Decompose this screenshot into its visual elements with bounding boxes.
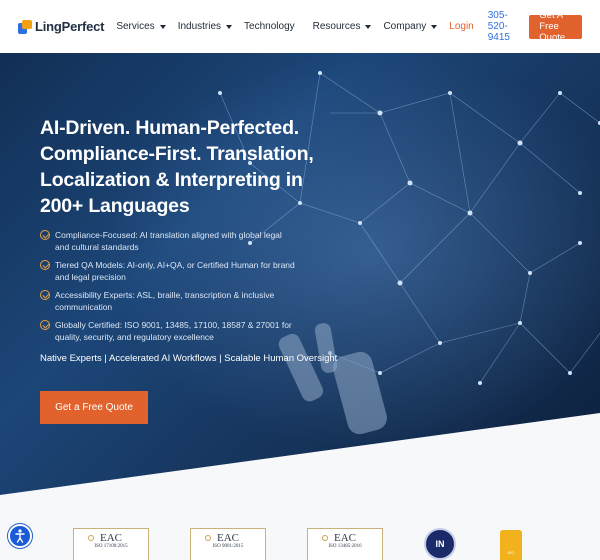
get-quote-button-hero[interactable]: Get a Free Quote: [40, 391, 148, 424]
hero-tagline: Native Experts | Accelerated AI Workflow…: [40, 353, 338, 364]
check-circle-icon: [40, 320, 50, 330]
accessibility-icon: [15, 529, 25, 543]
accessibility-button[interactable]: [8, 524, 32, 548]
nav-resources[interactable]: Resources: [313, 21, 372, 32]
seal-icon: [322, 535, 328, 541]
bullet-text: Accessibility Experts: ASL, braille, tra…: [55, 290, 275, 312]
logo[interactable]: LingPerfect: [18, 19, 105, 34]
nav-industries[interactable]: Industries: [177, 21, 233, 32]
bullet-text: Compliance-Focused: AI translation align…: [55, 230, 282, 252]
nav-label: Industries: [177, 21, 222, 32]
site-header: LingPerfect Services Industries Technolo…: [0, 0, 600, 53]
check-circle-icon: [40, 260, 50, 270]
cert-brand: EAC: [217, 532, 239, 544]
hero-bullets: Compliance-Focused: AI translation align…: [40, 229, 340, 343]
get-quote-button-header[interactable]: Get A Free Quote: [529, 10, 582, 43]
certification-badge-iso17100: EAC ISO 17100:2015: [73, 528, 149, 560]
list-item: Tiered QA Models: AI-only, AI+QA, or Cer…: [40, 259, 340, 283]
nav-technology[interactable]: Technology: [244, 21, 295, 32]
certification-badge-iso9001: EAC ISO 9001:2015: [190, 528, 266, 560]
nav-label: Services: [116, 21, 155, 32]
nav-company[interactable]: Company: [383, 21, 438, 32]
cert-standard: ISO 17100:2015: [94, 544, 128, 549]
check-circle-icon: [40, 230, 50, 240]
logo-text: LingPerfect: [35, 19, 105, 34]
cert-brand: EAC: [334, 532, 356, 544]
list-item: Globally Certified: ISO 9001, 13485, 171…: [40, 319, 340, 343]
cert-standard: ISO 13485:2016: [328, 544, 362, 549]
header-actions: Login 305-520-9415 Get A Free Quote: [449, 10, 582, 43]
chevron-down-icon: [431, 24, 438, 29]
nav-label: Company: [383, 21, 427, 32]
logo-icon: [18, 19, 32, 34]
nav-label: Resources: [312, 21, 361, 32]
certification-badge-iso13485: EAC ISO 13485:2016: [307, 528, 383, 560]
bullet-text: Tiered QA Models: AI-only, AI+QA, or Cer…: [55, 260, 295, 282]
nav-services[interactable]: Services: [116, 21, 166, 32]
nav-label: Technology: [244, 21, 295, 32]
phone-link[interactable]: 305-520-9415: [488, 10, 516, 43]
list-item: Accessibility Experts: ASL, braille, tra…: [40, 289, 340, 313]
list-item: Compliance-Focused: AI translation align…: [40, 229, 340, 253]
main-nav: Services Industries Technology Resources…: [116, 21, 449, 32]
chevron-down-icon: [159, 24, 166, 29]
login-link[interactable]: Login: [449, 21, 473, 32]
certification-badge-round: IN: [424, 528, 456, 560]
chevron-down-icon: [365, 24, 372, 29]
bullet-text: Globally Certified: ISO 9001, 13485, 171…: [55, 320, 292, 342]
certification-badge-iso: ISO: [500, 530, 522, 560]
cert-standard: ISO 9001:2015: [212, 544, 244, 549]
cert-brand: EAC: [100, 532, 122, 544]
hero-title: AI-Driven. Human-Perfected. Compliance-F…: [40, 117, 314, 217]
hero-section: AI-Driven. Human-Perfected. Compliance-F…: [0, 53, 600, 495]
chevron-down-icon: [226, 24, 233, 29]
hero-content: AI-Driven. Human-Perfected. Compliance-F…: [40, 115, 340, 364]
check-circle-icon: [40, 290, 50, 300]
seal-icon: [205, 535, 211, 541]
seal-icon: [88, 535, 94, 541]
